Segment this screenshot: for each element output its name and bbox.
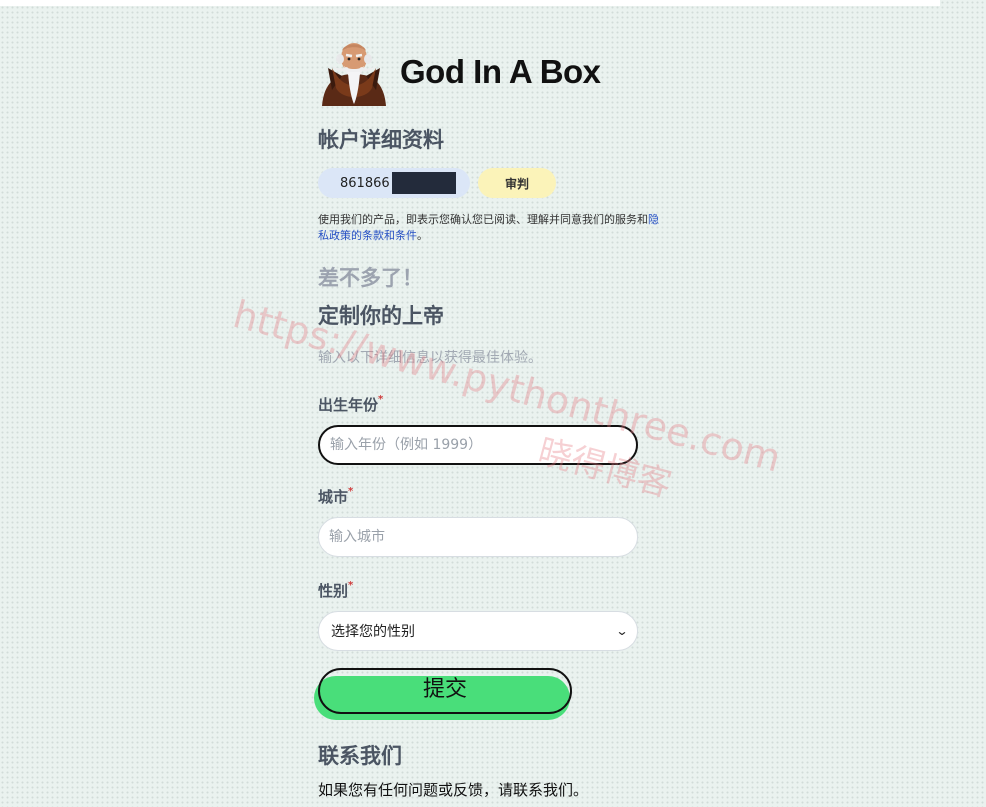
- terms-text: 使用我们的产品，即表示您确认您已阅读、理解并同意我们的服务和: [318, 213, 648, 226]
- form-subtitle: 输入以下详细信息以获得最佳体验。: [318, 350, 542, 366]
- city-input[interactable]: [318, 517, 638, 557]
- app-name: God In A Box: [400, 53, 601, 90]
- terms-end: 。: [417, 229, 428, 242]
- browser-top-strip: [0, 0, 940, 6]
- city-label: 城市*: [318, 486, 353, 507]
- birth-year-input[interactable]: [318, 425, 638, 465]
- phone-prefix: 861866: [340, 175, 390, 191]
- redaction-block: [392, 172, 456, 194]
- terms-notice: 使用我们的产品，即表示您确认您已阅读、理解并同意我们的服务和隐私政策的条款和条件…: [318, 212, 663, 244]
- gender-label-text: 性别: [318, 582, 349, 600]
- account-details-title: 帐户详细资料: [318, 128, 444, 152]
- plan-badge: 审判: [478, 168, 556, 198]
- submit-area: 提交: [314, 668, 574, 720]
- city-label-text: 城市: [318, 488, 349, 506]
- almost-done-heading: 差不多了！: [318, 266, 423, 290]
- birth-year-label: 出生年份*: [318, 394, 383, 415]
- phone-id-pill: 861866: [318, 168, 470, 198]
- profile-setup-panel: God In A Box 帐户详细资料 861866 审判 使用我们的产品，即表…: [314, 38, 659, 799]
- account-pills: 861866 审判: [318, 168, 556, 198]
- contact-us-title: 联系我们: [318, 744, 402, 768]
- chevron-down-icon: ⌄: [615, 624, 629, 638]
- required-mark: *: [378, 394, 384, 405]
- gender-label: 性别*: [318, 580, 353, 601]
- required-mark: *: [348, 486, 354, 497]
- wizard-avatar-logo: [318, 38, 390, 106]
- birth-year-label-text: 出生年份: [318, 396, 379, 414]
- customize-god-title: 定制你的上帝: [318, 304, 444, 328]
- submit-button[interactable]: 提交: [318, 668, 572, 714]
- gender-selected-value: 选择您的性别: [331, 624, 415, 640]
- contact-us-text: 如果您有任何问题或反馈，请联系我们。: [318, 781, 589, 799]
- required-mark: *: [348, 580, 354, 591]
- gender-select[interactable]: 选择您的性别 ⌄: [318, 611, 638, 651]
- site-watermark: https://www.pythonthree.com 晓得博客: [215, 292, 786, 532]
- brand-header: God In A Box: [318, 38, 658, 106]
